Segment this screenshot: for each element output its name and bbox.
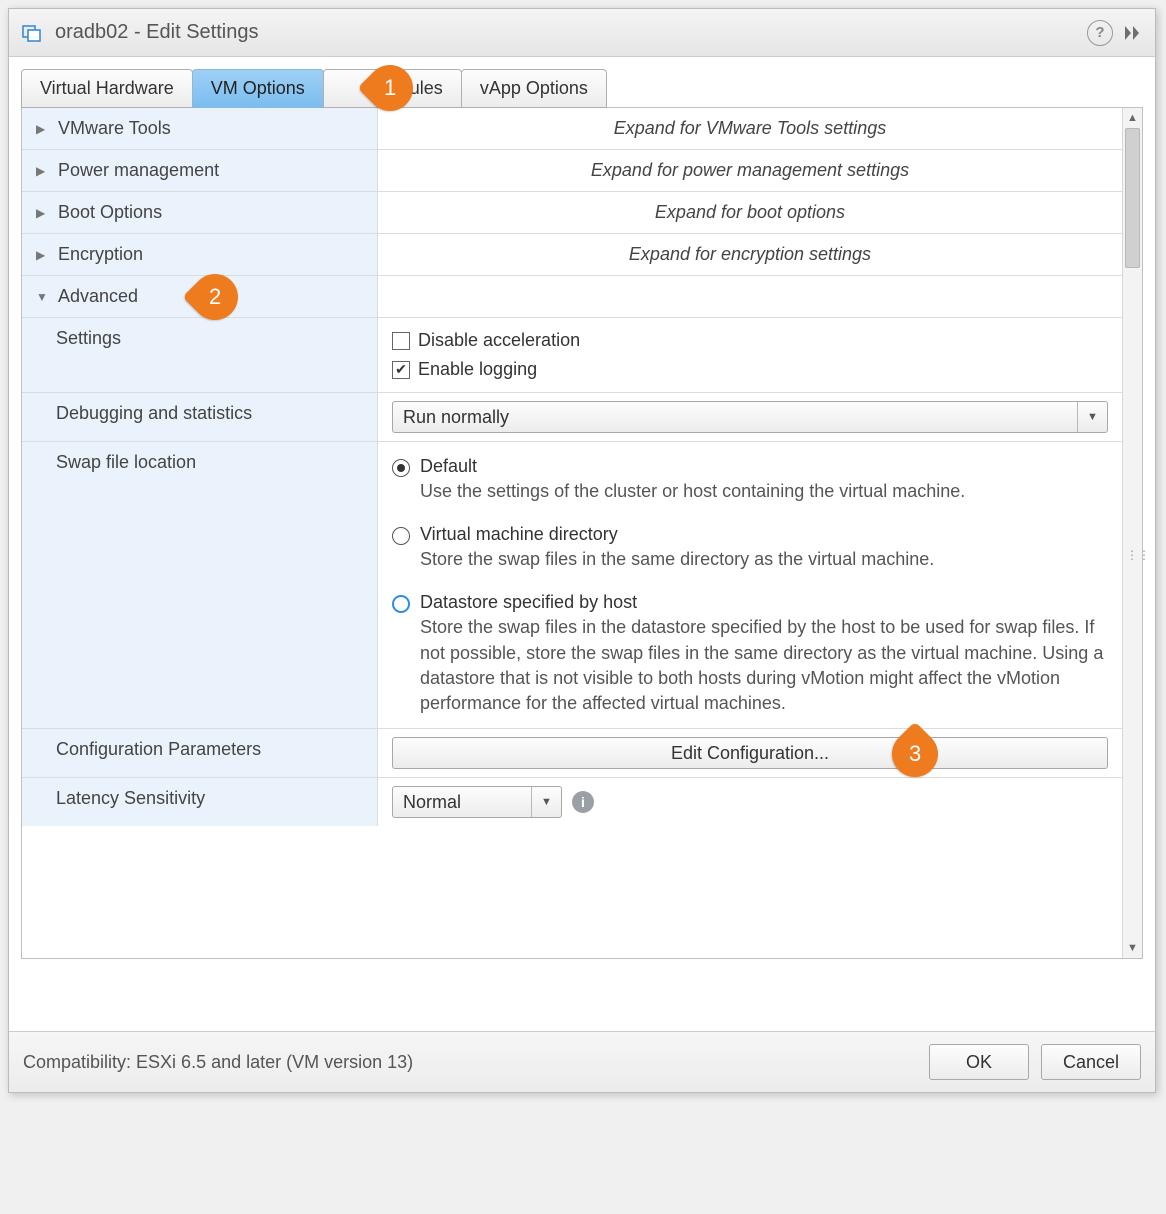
debugging-label: Debugging and statistics — [22, 393, 378, 441]
chevron-down-icon: ▼ — [531, 787, 561, 817]
vm-icon — [21, 22, 43, 44]
disable-acceleration-checkbox[interactable]: Disable acceleration — [392, 326, 1108, 355]
settings-label: Settings — [22, 318, 378, 392]
radio-description: Use the settings of the cluster or host … — [420, 479, 965, 504]
debugging-select[interactable]: Run normally ▼ — [392, 401, 1108, 433]
section-label: Boot Options — [58, 202, 162, 223]
swap-radio-host[interactable]: Datastore specified by host Store the sw… — [392, 586, 1108, 720]
chevron-down-icon: ▼ — [1077, 402, 1107, 432]
section-advanced[interactable]: ▼Advanced 2 — [22, 276, 1122, 318]
tab-vapp-options[interactable]: vApp Options — [461, 69, 607, 108]
checkbox-unchecked-icon — [392, 332, 410, 350]
section-power-management[interactable]: ▶ Power management Expand for power manag… — [22, 150, 1122, 192]
checkbox-label: Disable acceleration — [418, 330, 580, 351]
scroll-region: ▶ VMware Tools Expand for VMware Tools se… — [22, 108, 1122, 958]
dialog-body: Virtual Hardware VM Options S Rules vApp… — [9, 57, 1155, 971]
select-value: Normal — [393, 787, 531, 817]
config-params-row: Configuration Parameters Edit Configurat… — [22, 729, 1122, 778]
dialog-title: oradb02 - Edit Settings — [55, 21, 1087, 44]
chevron-right-icon: ▶ — [36, 122, 50, 136]
radio-unselected-icon — [392, 527, 410, 545]
section-boot-options[interactable]: ▶ Boot Options Expand for boot options — [22, 192, 1122, 234]
latency-label: Latency Sensitivity — [22, 778, 378, 826]
select-value: Run normally — [393, 402, 1077, 432]
ok-button[interactable]: OK — [929, 1044, 1029, 1080]
edit-settings-dialog: oradb02 - Edit Settings ? Virtual Hardwa… — [8, 8, 1156, 1093]
chevron-right-icon: ▶ — [36, 248, 50, 262]
chevron-down-icon: ▼ — [36, 290, 50, 304]
section-hint: Expand for VMware Tools settings — [378, 108, 1122, 149]
latency-select[interactable]: Normal ▼ — [392, 786, 562, 818]
cancel-button[interactable]: Cancel — [1041, 1044, 1141, 1080]
debugging-row: Debugging and statistics Run normally ▼ — [22, 393, 1122, 442]
radio-unselected-icon — [392, 595, 410, 613]
swap-radio-vmdir[interactable]: Virtual machine directory Store the swap… — [392, 518, 1108, 586]
radio-title: Default — [420, 456, 965, 477]
section-hint: Expand for boot options — [378, 192, 1122, 233]
chevron-right-icon: ▶ — [36, 164, 50, 178]
advanced-settings-row: Settings Disable acceleration ✔ Enable l… — [22, 318, 1122, 393]
dialog-footer: Compatibility: ESXi 6.5 and later (VM ve… — [9, 1031, 1155, 1092]
chevron-right-icon: ▶ — [36, 206, 50, 220]
section-encryption[interactable]: ▶ Encryption Expand for encryption settin… — [22, 234, 1122, 276]
scroll-thumb[interactable] — [1125, 128, 1140, 268]
options-panel: ▶ VMware Tools Expand for VMware Tools se… — [21, 107, 1143, 959]
edit-configuration-button[interactable]: Edit Configuration... — [392, 737, 1108, 769]
tab-vm-options[interactable]: VM Options — [192, 69, 324, 108]
tab-virtual-hardware[interactable]: Virtual Hardware — [21, 69, 193, 108]
section-label: VMware Tools — [58, 118, 171, 139]
latency-row: Latency Sensitivity Normal ▼ i — [22, 778, 1122, 826]
radio-description: Store the swap files in the same directo… — [420, 547, 934, 572]
section-label: Encryption — [58, 244, 143, 265]
radio-description: Store the swap files in the datastore sp… — [420, 615, 1108, 716]
compatibility-text: Compatibility: ESXi 6.5 and later (VM ve… — [23, 1052, 917, 1073]
swap-label: Swap file location — [22, 442, 378, 728]
scroll-grip-icon: ⋮⋮ — [1126, 548, 1139, 562]
config-params-label: Configuration Parameters — [22, 729, 378, 777]
radio-title: Virtual machine directory — [420, 524, 934, 545]
section-label: Advanced — [58, 286, 138, 307]
section-hint: Expand for encryption settings — [378, 234, 1122, 275]
swap-radio-default[interactable]: Default Use the settings of the cluster … — [392, 450, 1108, 518]
help-button[interactable]: ? — [1087, 20, 1113, 46]
section-label: Power management — [58, 160, 219, 181]
enable-logging-checkbox[interactable]: ✔ Enable logging — [392, 355, 1108, 384]
checkbox-checked-icon: ✔ — [392, 361, 410, 379]
title-bar: oradb02 - Edit Settings ? — [9, 9, 1155, 57]
section-hint: Expand for power management settings — [378, 150, 1122, 191]
scroll-down-icon: ▼ — [1123, 941, 1142, 955]
vertical-scrollbar[interactable]: ▲ ⋮⋮ ▼ — [1122, 108, 1142, 958]
info-icon[interactable]: i — [572, 791, 594, 813]
swap-file-row: Swap file location Default Use the setti… — [22, 442, 1122, 729]
scroll-up-icon: ▲ — [1123, 111, 1142, 125]
radio-selected-icon — [392, 459, 410, 477]
section-vmware-tools[interactable]: ▶ VMware Tools Expand for VMware Tools se… — [22, 108, 1122, 150]
radio-title: Datastore specified by host — [420, 592, 1108, 613]
expand-icon[interactable] — [1123, 24, 1143, 42]
tabs-row: Virtual Hardware VM Options S Rules vApp… — [21, 69, 1143, 108]
checkbox-label: Enable logging — [418, 359, 537, 380]
